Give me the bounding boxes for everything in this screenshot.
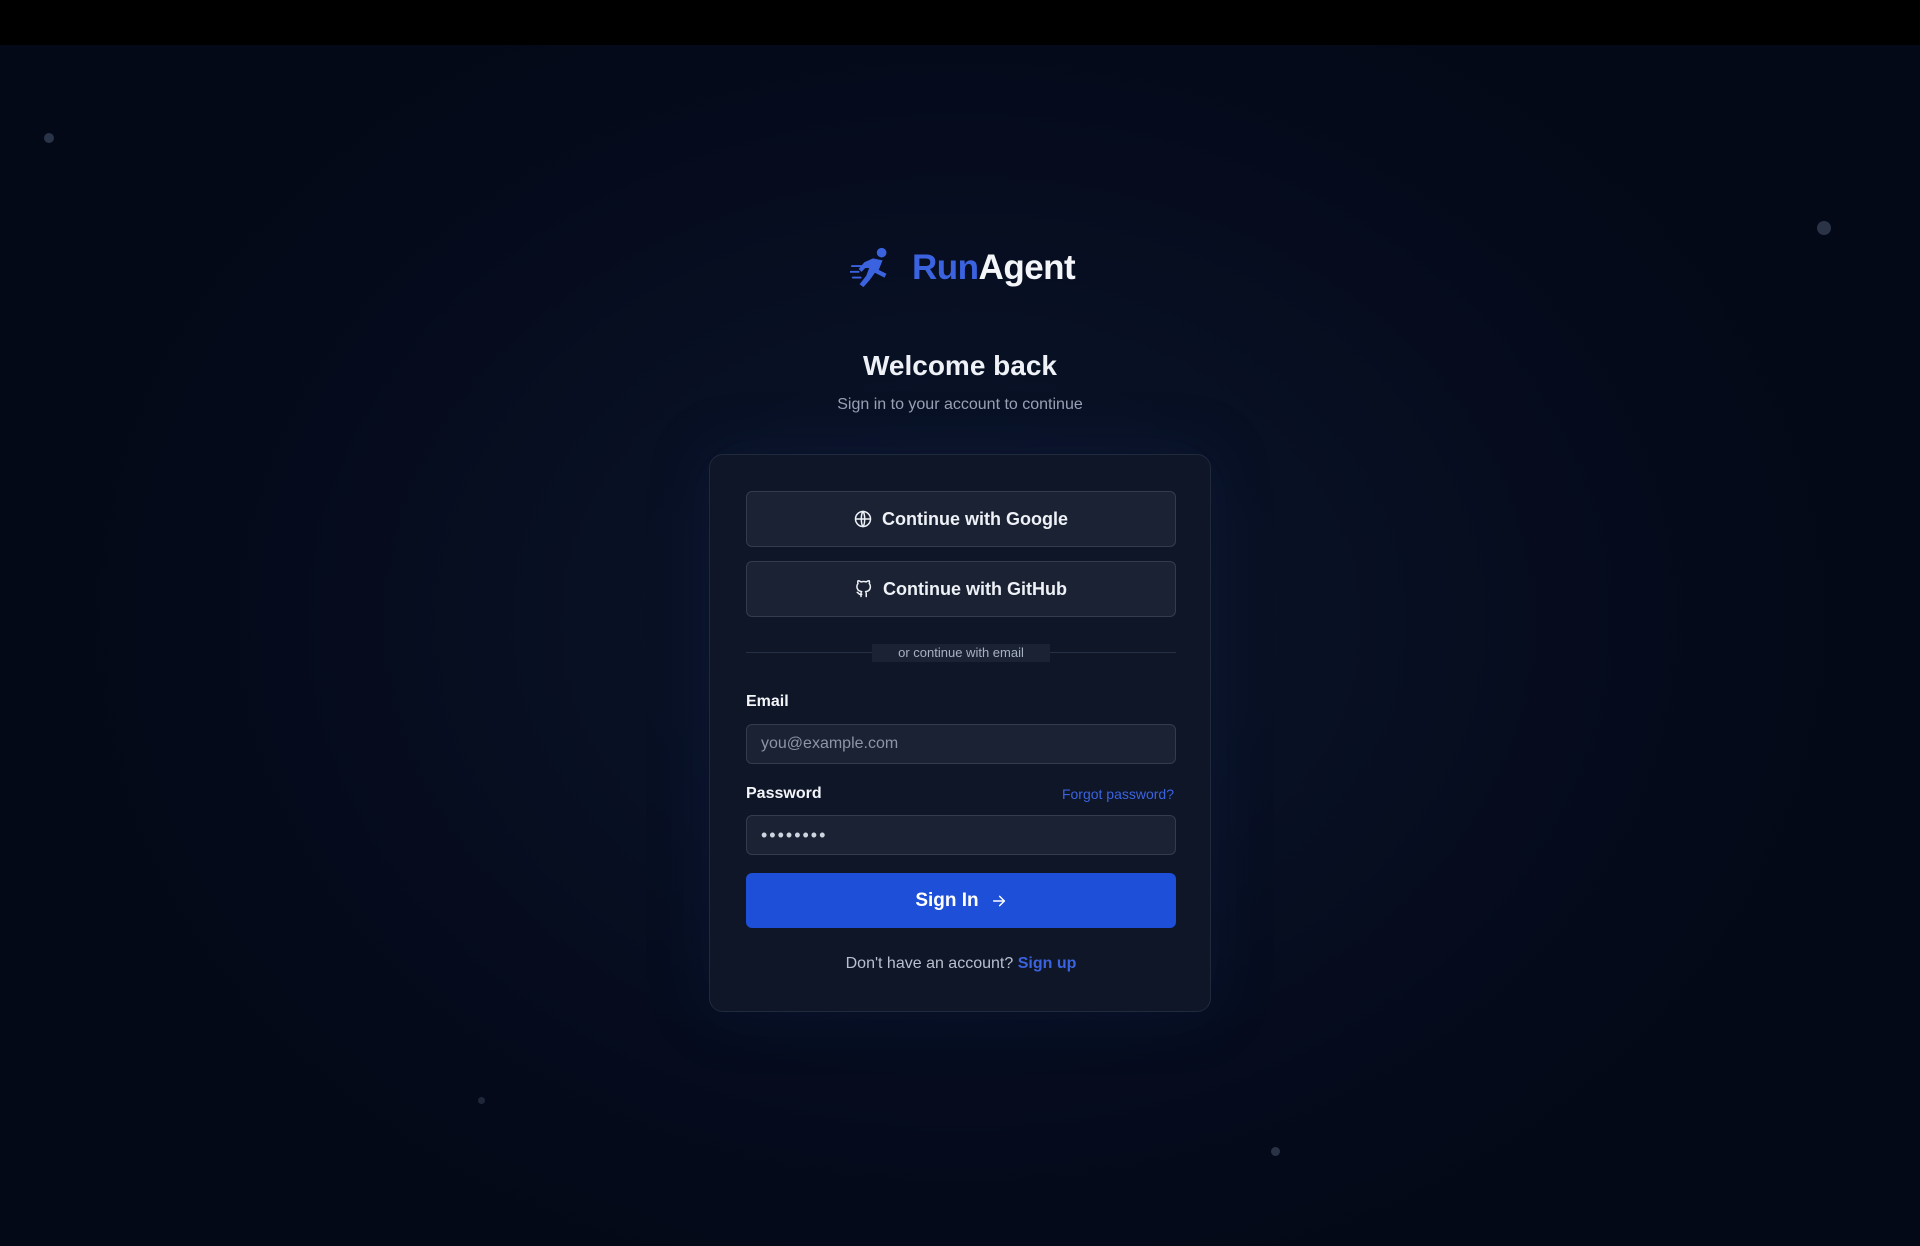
page-subtitle: Sign in to your account to continue bbox=[837, 396, 1083, 413]
globe-icon bbox=[854, 510, 872, 528]
decorative-dot bbox=[478, 1097, 485, 1104]
decorative-dot bbox=[44, 133, 54, 143]
signup-prompt-text: Don't have an account? bbox=[845, 955, 1014, 972]
github-icon bbox=[856, 580, 872, 598]
email-field[interactable] bbox=[746, 724, 1176, 764]
brand-name-agent: Agent bbox=[978, 248, 1076, 287]
sign-up-link[interactable]: Sign up bbox=[1018, 955, 1077, 972]
brand-name: RunAgent bbox=[912, 248, 1076, 288]
email-label: Email bbox=[746, 693, 789, 710]
browser-top-bar bbox=[0, 0, 1920, 45]
running-figure-icon bbox=[850, 247, 887, 288]
decorative-dot bbox=[1271, 1147, 1280, 1156]
page-title: Welcome back bbox=[862, 350, 1058, 381]
sign-in-button-label: Sign In bbox=[915, 889, 979, 911]
brand-logo: RunAgent bbox=[850, 240, 1076, 296]
arrow-right-icon bbox=[992, 895, 1005, 906]
login-card: Continue with Google Continue with GitHu… bbox=[709, 454, 1211, 1012]
password-label: Password bbox=[746, 785, 822, 802]
continue-with-github-button[interactable]: Continue with GitHub bbox=[746, 561, 1176, 617]
password-field[interactable] bbox=[746, 815, 1176, 855]
decorative-dot bbox=[1817, 221, 1831, 235]
sign-in-button[interactable]: Sign In bbox=[746, 873, 1176, 928]
google-button-label: Continue with Google bbox=[882, 508, 1068, 529]
continue-with-google-button[interactable]: Continue with Google bbox=[746, 491, 1176, 547]
github-button-label: Continue with GitHub bbox=[883, 578, 1067, 599]
brand-name-run: Run bbox=[912, 248, 979, 287]
signup-prompt-row: Don't have an account? Sign up bbox=[710, 955, 1212, 973]
forgot-password-link[interactable]: Forgot password? bbox=[1062, 786, 1174, 802]
divider-label: or continue with email bbox=[872, 644, 1050, 662]
